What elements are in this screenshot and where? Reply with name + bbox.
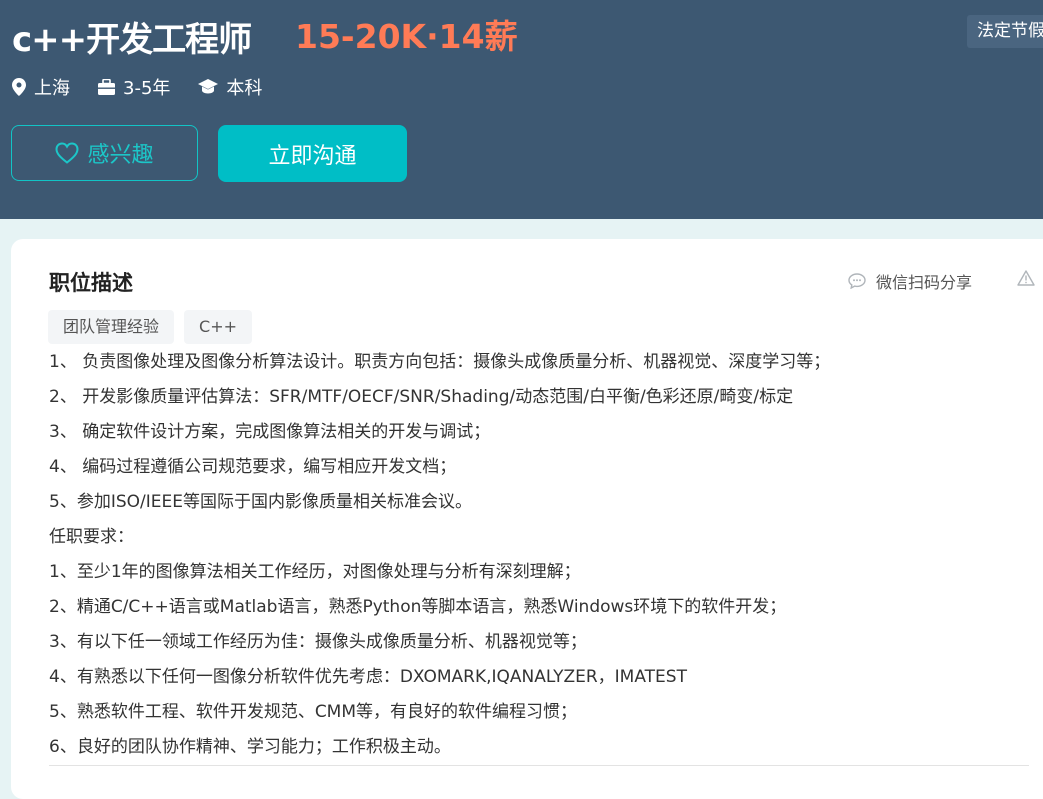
section-title: 职位描述 <box>49 271 133 295</box>
wechat-share-link[interactable]: 微信扫码分享 <box>848 269 972 293</box>
job-meta: 上海 3-5年 本科 <box>12 74 290 100</box>
graduation-cap-icon <box>198 79 219 94</box>
description-line: 任职要求： <box>49 527 134 547</box>
job-title: c++开发工程师 <box>12 20 252 60</box>
interest-button[interactable]: 感兴趣 <box>11 125 198 181</box>
skill-tag: 团队管理经验 <box>48 310 175 344</box>
skill-tags: 团队管理经验 C++ <box>48 310 262 344</box>
benefit-tag: 法定节假 <box>967 15 1043 48</box>
job-description-card: 职位描述 微信扫码分享 团队管理经验 C++ 1、 负责图像处理及图像分析算法设… <box>11 239 1043 799</box>
description-line: 5、熟悉软件工程、软件开发规范、CMM等，有良好的软件编程习惯； <box>49 702 578 722</box>
location-text: 上海 <box>34 78 70 99</box>
skill-tag: C++ <box>184 310 252 344</box>
description-line: 5、参加ISO/IEEE等国际于国内影像质量相关标准会议。 <box>49 492 472 512</box>
share-label: 微信扫码分享 <box>876 273 973 292</box>
description-line: 4、 编码过程遵循公司规范要求，编写相应开发文档； <box>49 457 457 477</box>
location: 上海 <box>12 74 70 100</box>
location-pin-icon <box>12 78 26 96</box>
education: 本科 <box>198 74 262 100</box>
interest-label: 感兴趣 <box>87 143 154 168</box>
chat-now-button[interactable]: 立即沟通 <box>218 125 407 182</box>
job-description-text: 1、 负责图像处理及图像分析算法设计。职责方向包括：摄像头成像质量分析、机器视觉… <box>49 345 1009 765</box>
warning-triangle-icon[interactable] <box>1017 270 1035 286</box>
job-header-banner: c++开发工程师 15-20K·14薪 法定节假 上海 3-5年 本科 感兴趣 … <box>0 0 1043 219</box>
experience: 3-5年 <box>98 74 170 100</box>
divider <box>49 765 1029 766</box>
experience-text: 3-5年 <box>123 78 171 99</box>
briefcase-icon <box>98 79 115 95</box>
description-line: 1、 负责图像处理及图像分析算法设计。职责方向包括：摄像头成像质量分析、机器视觉… <box>49 352 831 372</box>
description-line: 2、 开发影像质量评估算法：SFR/MTF/OECF/SNR/Shading/动… <box>49 387 794 407</box>
salary: 15-20K·14薪 <box>295 17 518 56</box>
education-text: 本科 <box>226 78 263 99</box>
description-line: 3、 确定软件设计方案，完成图像算法相关的开发与调试； <box>49 422 491 442</box>
chat-now-label: 立即沟通 <box>268 143 357 169</box>
chat-bubble-icon <box>848 273 866 289</box>
description-line: 3、有以下任一领域工作经历为佳：摄像头成像质量分析、机器视觉等； <box>49 632 587 652</box>
description-line: 2、精通C/C++语言或Matlab语言，熟悉Python等脚本语言，熟悉Win… <box>49 597 787 617</box>
description-line: 1、至少1年的图像算法相关工作经历，对图像处理与分析有深刻理解； <box>49 562 581 582</box>
description-line: 6、良好的团队协作精神、学习能力；工作积极主动。 <box>49 737 451 757</box>
heart-icon <box>55 142 79 164</box>
description-line: 4、有熟悉以下任何一图像分析软件优先考虑：DXOMARK,IQANALYZER，… <box>49 667 687 687</box>
